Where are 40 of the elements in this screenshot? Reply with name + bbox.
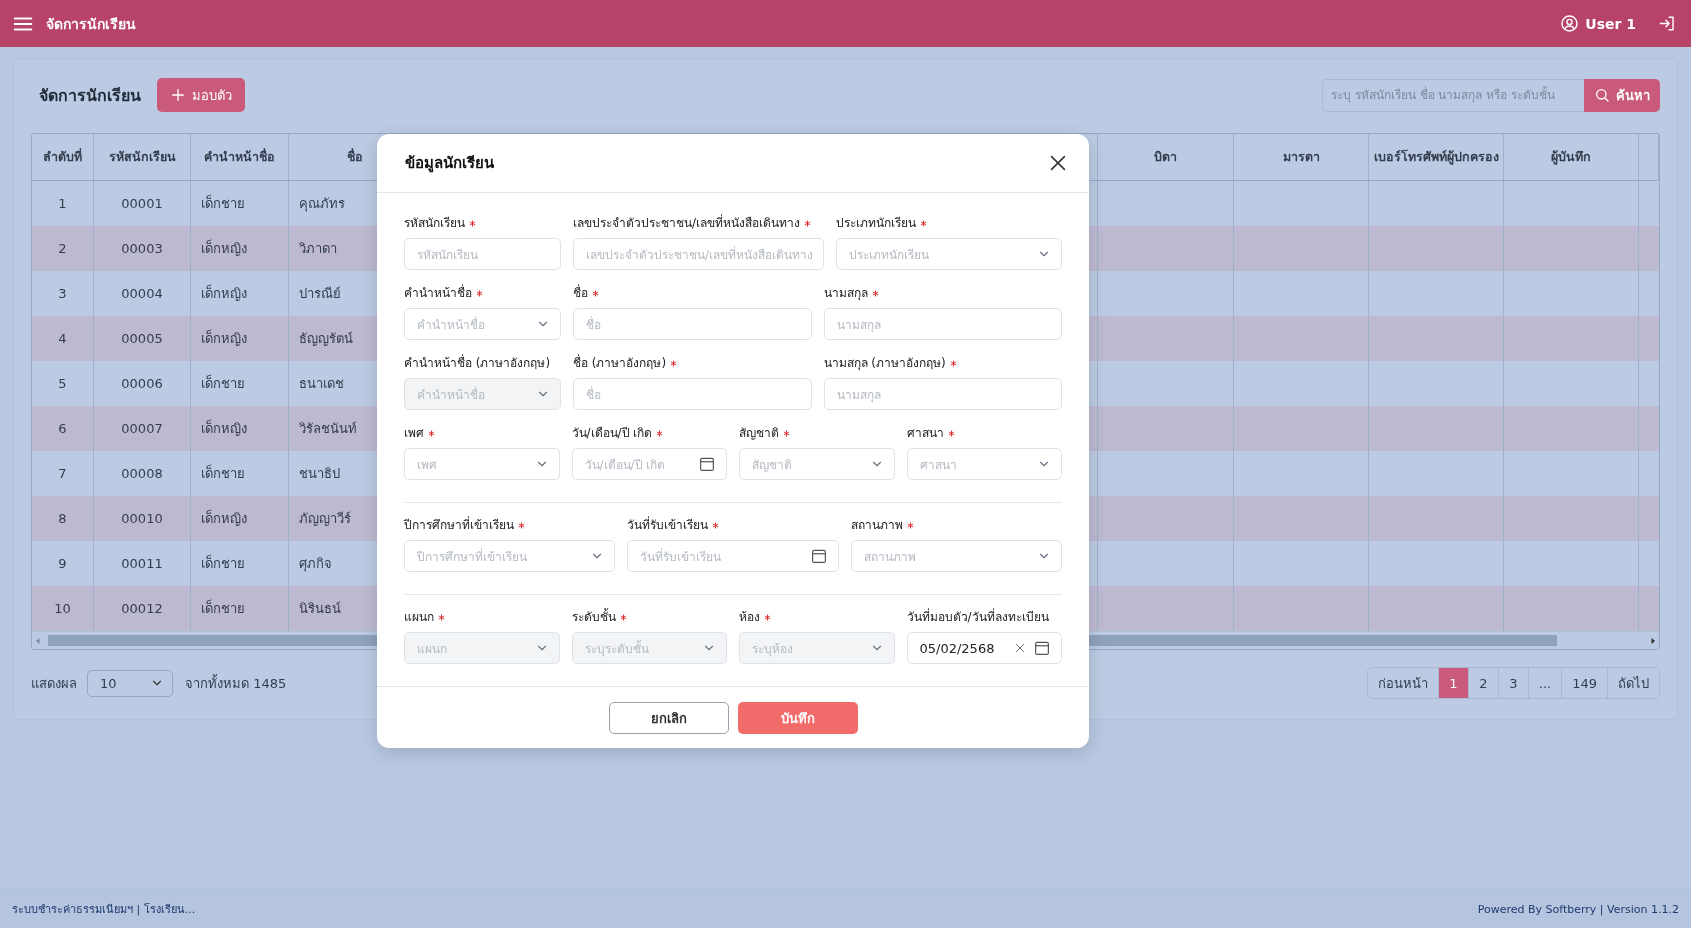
field-label: วัน/เดือน/ปี เกิด (571, 425, 653, 442)
column-header: มารดา (1234, 134, 1369, 180)
table-cell: เด็กหญิง (191, 226, 289, 271)
field-label: ประเภทนักเรียน (836, 215, 917, 232)
table-cell: 2 (32, 226, 94, 271)
column-header: คำนำหน้าชื่อ (191, 134, 289, 180)
table-cell: 6 (32, 406, 94, 451)
field-label: ชื่อ (573, 283, 588, 302)
column-header: บิดา (1098, 134, 1234, 180)
table-cell: เด็กหญิง (191, 316, 289, 361)
field-label: นามสกุล (823, 285, 868, 303)
version-text: Powered By Softberry | Version 1.1.2 (1477, 902, 1679, 916)
column-header: ลำดับที่ (32, 134, 94, 180)
field-label: ระดับชั้น (571, 607, 616, 626)
field-label: เลขประจำตัวประชาชน/เลขที่หนังสือเดินทาง (573, 213, 801, 232)
field-label: ศาสนา (906, 425, 944, 442)
field-label: ห้อง (739, 609, 760, 626)
field-label: ชื่อ (ภาษาอังกฤษ) (573, 353, 667, 372)
field-label: สัญชาติ (739, 425, 779, 442)
column-header: เบอร์โทรศัพท์ผู้ปกครอง (1369, 134, 1504, 180)
table-cell: 8 (32, 496, 94, 541)
column-header: ผู้บันทึก (1504, 134, 1639, 180)
table-cell: เด็กหญิง (191, 406, 289, 451)
total-count: จากทั้งหมด 1485 (185, 673, 287, 693)
table-cell: 00003 (94, 226, 191, 271)
footer-text: ระบบชำระค่าธรรมเนียมฯ | โรงเรียน... (12, 902, 196, 918)
table-cell: เด็กหญิง (191, 496, 289, 541)
field-label: สถานภาพ (850, 517, 903, 534)
page-size-label: แสดงผล (31, 674, 77, 693)
table-cell: 00007 (94, 406, 191, 451)
field-label: นามสกุล (ภาษาอังกฤษ) (823, 355, 946, 373)
page-title: จัดการนักเรียน (39, 84, 141, 107)
table-cell: 00010 (94, 496, 191, 541)
app-title: จัดการนักเรียน (46, 14, 136, 34)
field-label: วันที่รับเข้าเรียน (627, 515, 709, 534)
column-header: รหัสนักเรียน (94, 134, 191, 180)
field-label: เพศ (404, 425, 424, 442)
table-cell: 4 (32, 316, 94, 361)
field-label: วันที่มอบตัว/วันที่ลงทะเบียน (906, 607, 1049, 626)
table-cell: 00005 (94, 316, 191, 361)
